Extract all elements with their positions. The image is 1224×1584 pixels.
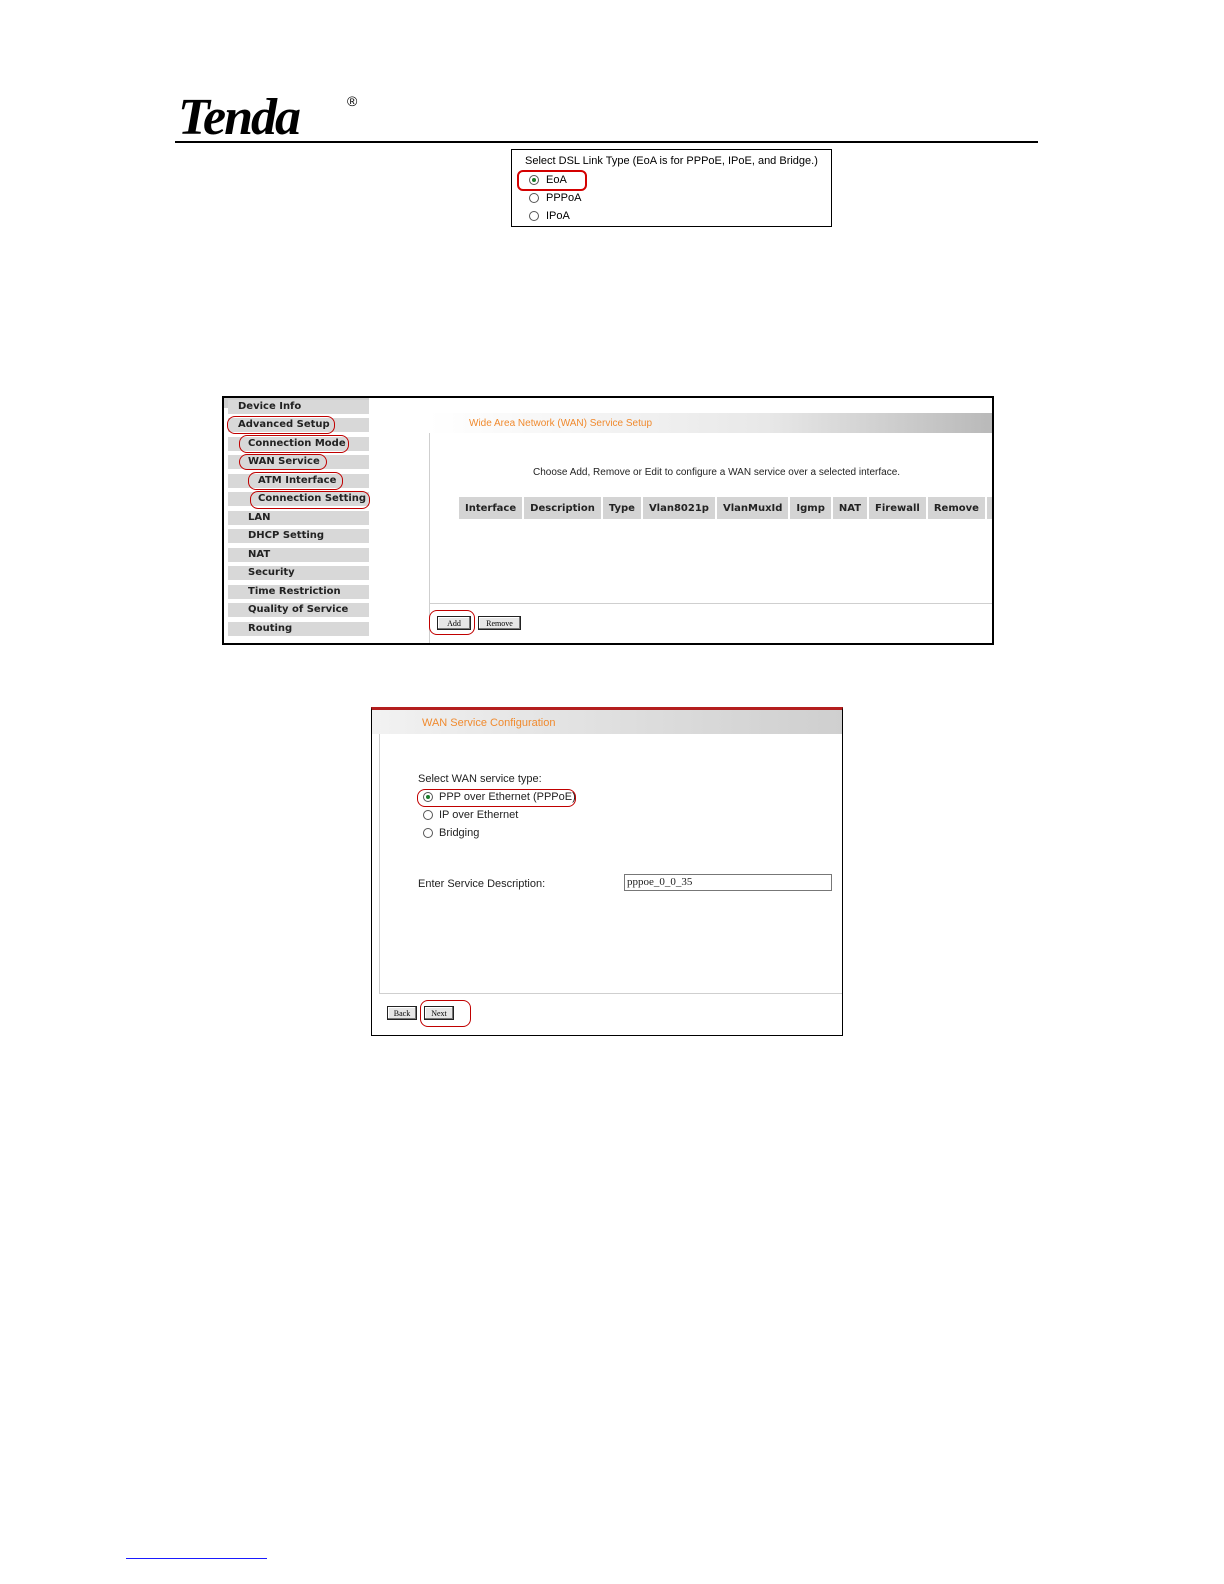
- menu-dhcp-setting[interactable]: DHCP Setting: [228, 529, 369, 543]
- panel-left-border: [429, 433, 430, 643]
- bridging-label: Bridging: [439, 827, 480, 839]
- remove-button[interactable]: Remove: [478, 616, 521, 630]
- col-nat: NAT: [831, 497, 870, 519]
- col-remove: Remove: [926, 497, 987, 519]
- wan-setup-instruction: Choose Add, Remove or Edit to configure …: [533, 467, 901, 478]
- col-firewall: Firewall: [868, 497, 928, 519]
- config-left-border: [379, 734, 380, 994]
- dsl-link-prompt: Select DSL Link Type (EoA is for PPPoE, …: [525, 155, 818, 167]
- next-button-highlight: [420, 1000, 471, 1027]
- eoa-highlight: [517, 170, 587, 191]
- ipoa-label: IPoA: [546, 210, 570, 222]
- menu-device-info[interactable]: Device Info: [228, 400, 369, 414]
- wan-service-table: Interface Description Type Vlan8021p Vla…: [459, 497, 992, 519]
- menu-security[interactable]: Security: [228, 566, 369, 580]
- col-type: Type: [601, 497, 643, 519]
- connection-setting-highlight: [250, 491, 370, 509]
- menu-routing[interactable]: Routing: [228, 622, 369, 636]
- panel-footer-divider: [429, 603, 992, 604]
- pppoa-label: PPPoA: [546, 192, 582, 204]
- col-vlan8021p: Vlan8021p: [641, 497, 717, 519]
- menu-quality-of-service[interactable]: Quality of Service: [228, 603, 369, 617]
- connection-mode-highlight: [239, 435, 349, 453]
- menu-lan[interactable]: LAN: [228, 511, 369, 525]
- atm-interface-highlight: [248, 472, 343, 490]
- footer-link-underline[interactable]: [126, 1558, 267, 1559]
- wan-setup-titlebar: Wide Area Network (WAN) Service Setup: [429, 413, 992, 433]
- advanced-setup-highlight: [227, 416, 335, 434]
- service-type-prompt: Select WAN service type:: [418, 773, 542, 785]
- col-igmp: Igmp: [789, 497, 833, 519]
- dsl-link-type-panel: Select DSL Link Type (EoA is for PPPoE, …: [511, 149, 832, 227]
- wan-config-titlebar: WAN Service Configuration: [372, 710, 842, 734]
- bridging-radio[interactable]: [423, 828, 433, 838]
- header-rule: [175, 141, 1038, 143]
- menu-time-restriction[interactable]: Time Restriction: [228, 585, 369, 599]
- back-button[interactable]: Back: [387, 1006, 417, 1020]
- ip-over-ethernet-label: IP over Ethernet: [439, 809, 519, 821]
- menu-nat[interactable]: NAT: [228, 548, 369, 562]
- tenda-logo: Tenda: [178, 89, 301, 146]
- wan-setup-panel: Wide Area Network (WAN) Service Setup Ch…: [429, 413, 992, 643]
- registered-mark: ®: [347, 93, 358, 109]
- wan-service-config-screenshot: WAN Service Configuration Select WAN ser…: [371, 707, 843, 1036]
- ipoa-radio[interactable]: [529, 211, 539, 221]
- col-description: Description: [523, 497, 603, 519]
- side-menu: Device Info Advanced Setup Connection Mo…: [224, 398, 370, 643]
- col-vlanmuxid: VlanMuxId: [715, 497, 791, 519]
- service-description-input[interactable]: pppoe_0_0_35: [624, 874, 832, 891]
- wan-setup-title: Wide Area Network (WAN) Service Setup: [469, 418, 653, 429]
- config-footer-divider: [379, 993, 842, 994]
- wan-config-title: WAN Service Configuration: [422, 717, 556, 729]
- col-edit: Edit: [985, 497, 992, 519]
- add-button-highlight: [429, 610, 475, 635]
- wan-service-setup-screenshot: Device Info Advanced Setup Connection Mo…: [222, 396, 994, 645]
- col-interface: Interface: [459, 497, 525, 519]
- table-header-row: Interface Description Type Vlan8021p Vla…: [459, 497, 992, 519]
- pppoa-radio[interactable]: [529, 193, 539, 203]
- pppoe-highlight: [417, 789, 576, 807]
- ip-over-ethernet-radio[interactable]: [423, 810, 433, 820]
- service-description-label: Enter Service Description:: [418, 878, 546, 890]
- wan-service-highlight: [239, 454, 327, 470]
